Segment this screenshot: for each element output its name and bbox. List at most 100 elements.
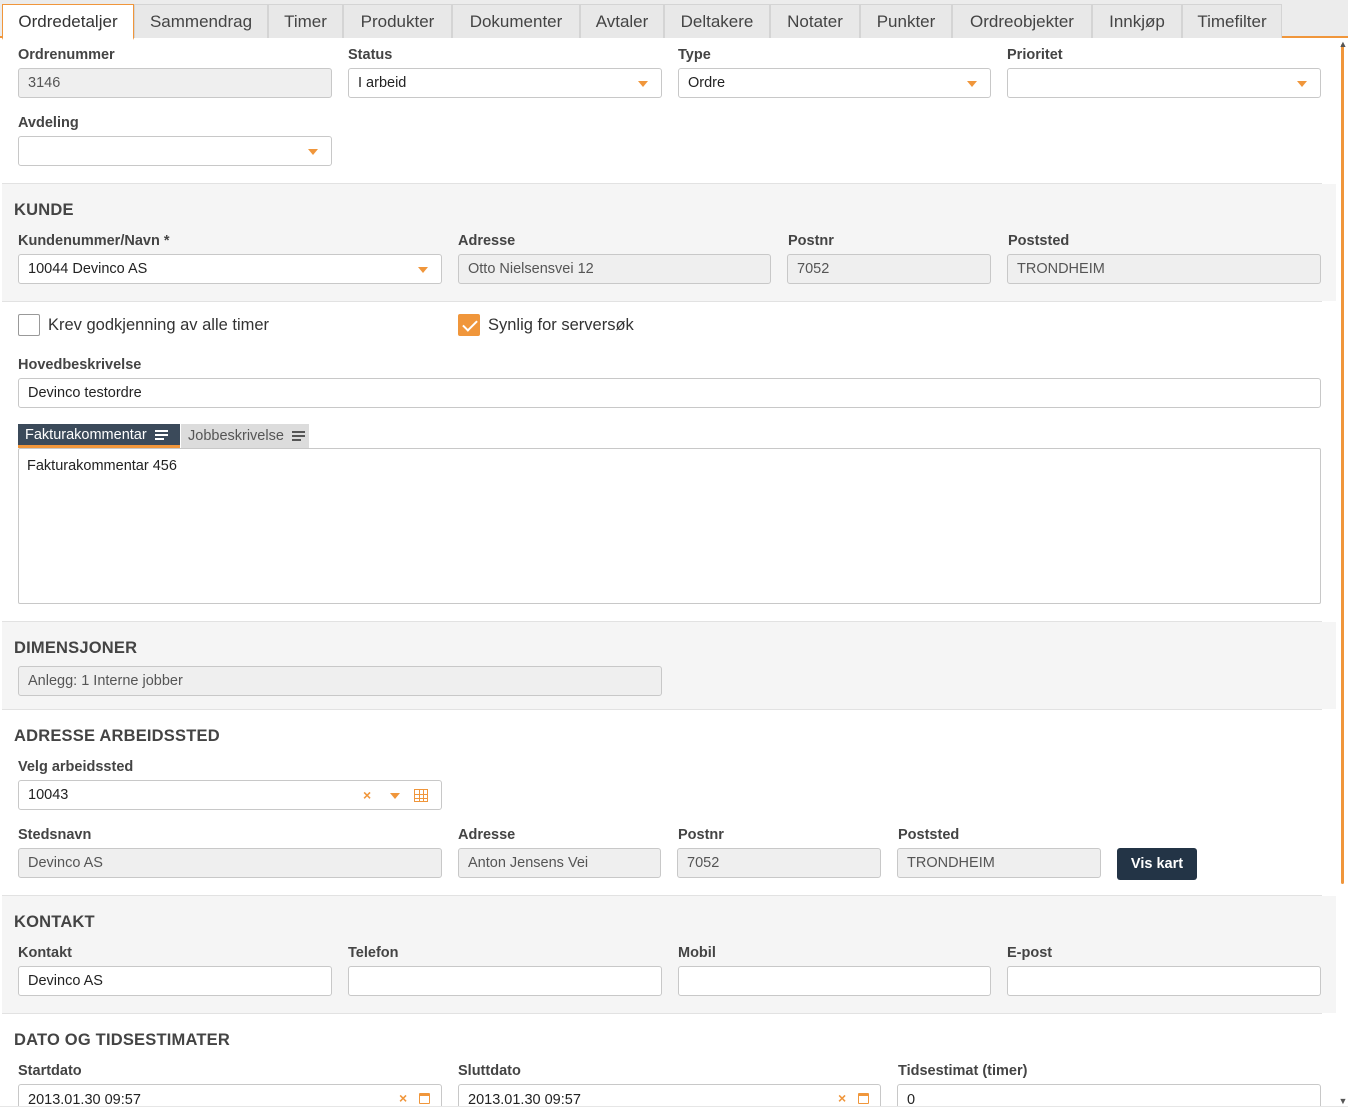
tab-dokumenter[interactable]: Dokumenter — [452, 4, 580, 38]
subtab-fakturakommentar-label: Fakturakommentar — [25, 426, 147, 443]
kundenummer-label: Kundenummer/Navn * — [18, 233, 170, 249]
dato-heading: DATO OG TIDSESTIMATER — [14, 1031, 230, 1049]
kunde-poststed-value: TRONDHEIM — [1017, 261, 1105, 277]
type-select[interactable]: Ordre — [678, 68, 991, 98]
clear-icon[interactable]: × — [838, 1090, 846, 1106]
arbeidssted-adresse-label: Adresse — [458, 827, 516, 843]
synlig-serversok-label: Synlig for serversøk — [488, 316, 634, 334]
arbeidssted-postnr-value: 7052 — [687, 855, 720, 871]
tab-timefilter[interactable]: Timefilter — [1182, 4, 1282, 38]
tab-ordredetaljer[interactable]: Ordredetaljer — [2, 4, 134, 40]
subtab-fakturakommentar[interactable]: Fakturakommentar — [18, 424, 180, 448]
mobil-input[interactable] — [678, 966, 991, 996]
tab-notater[interactable]: Notater — [770, 4, 860, 38]
status-select[interactable]: I arbeid — [348, 68, 662, 98]
kundenummer-select[interactable]: 10044 Devinco AS — [18, 254, 442, 284]
kunde-poststed-label: Poststed — [1008, 233, 1070, 249]
arbeidssted-postnr-field: 7052 — [677, 848, 881, 878]
subtab-jobbeskrivelse[interactable]: Jobbeskrivelse — [181, 424, 309, 448]
kunde-postnr-value: 7052 — [797, 261, 830, 277]
clear-icon[interactable]: × — [399, 1090, 407, 1106]
lines-icon — [291, 431, 305, 441]
mobil-label: Mobil — [678, 945, 716, 961]
krev-godkjenning-label: Krev godkjenning av alle timer — [48, 316, 270, 334]
kontakt-value: Devinco AS — [28, 973, 103, 989]
divider — [2, 895, 1322, 896]
calendar-icon[interactable] — [419, 1093, 430, 1104]
telefon-input[interactable] — [348, 966, 662, 996]
type-label: Type — [678, 47, 711, 63]
kunde-postnr-label: Postnr — [788, 233, 834, 249]
calendar-icon[interactable] — [858, 1093, 869, 1104]
arbeidssted-adresse-value: Anton Jensens Vei — [468, 855, 589, 871]
kunde-postnr-field: 7052 — [787, 254, 991, 284]
grid-icon[interactable] — [414, 789, 428, 802]
divider — [2, 621, 1322, 622]
stedsnavn-field: Devinco AS — [18, 848, 442, 878]
prioritet-label: Prioritet — [1007, 47, 1063, 63]
epost-label: E-post — [1007, 945, 1053, 961]
hovedbeskrivelse-label: Hovedbeskrivelse — [18, 357, 142, 373]
epost-input[interactable] — [1007, 966, 1321, 996]
divider — [2, 183, 1322, 184]
avdeling-select[interactable] — [18, 136, 332, 166]
velg-arbeidssted-value: 10043 — [28, 787, 69, 803]
tidsestimat-label: Tidsestimat (timer) — [898, 1063, 1028, 1079]
chevron-down-icon[interactable] — [390, 793, 400, 799]
chevron-down-icon[interactable] — [1297, 81, 1307, 87]
divider — [2, 1013, 1322, 1014]
scroll-down-icon[interactable]: ▼ — [1338, 1096, 1348, 1106]
tab-timer[interactable]: Timer — [268, 4, 343, 38]
velg-arbeidssted-select[interactable]: 10043 × — [18, 780, 442, 810]
kunde-poststed-field: TRONDHEIM — [1007, 254, 1321, 284]
prioritet-select[interactable] — [1007, 68, 1321, 98]
tab-avtaler[interactable]: Avtaler — [580, 4, 664, 38]
kunde-heading: KUNDE — [14, 201, 74, 219]
kundenummer-value: 10044 Devinco AS — [28, 261, 148, 277]
clear-icon[interactable]: × — [363, 787, 371, 803]
avdeling-label: Avdeling — [18, 115, 79, 131]
chevron-down-icon[interactable] — [308, 149, 318, 155]
synlig-serversok-checkbox[interactable] — [458, 314, 480, 336]
chevron-down-icon[interactable] — [638, 81, 648, 87]
hovedbeskrivelse-input[interactable]: Devinco testordre — [18, 378, 1321, 408]
kontakt-heading: KONTAKT — [14, 913, 95, 931]
tab-sammendrag[interactable]: Sammendrag — [134, 4, 268, 38]
divider — [2, 301, 1322, 302]
arbeidssted-poststed-field: TRONDHEIM — [897, 848, 1101, 878]
arbeidssted-heading: ADRESSE ARBEIDSSTED — [14, 727, 220, 745]
chevron-down-icon[interactable] — [418, 267, 428, 273]
ordrenummer-label: Ordrenummer — [18, 47, 115, 63]
kontakt-label: Kontakt — [18, 945, 72, 961]
kontakt-input[interactable]: Devinco AS — [18, 966, 332, 996]
kunde-adresse-field: Otto Nielsensvei 12 — [458, 254, 771, 284]
ordrenummer-value: 3146 — [28, 75, 61, 91]
chevron-down-icon[interactable] — [967, 81, 977, 87]
arbeidssted-poststed-label: Poststed — [898, 827, 960, 843]
type-value: Ordre — [688, 75, 726, 91]
tab-produkter[interactable]: Produkter — [343, 4, 452, 38]
startdato-label: Startdato — [18, 1063, 82, 1079]
page-bottom-edge — [0, 1106, 1348, 1113]
tab-punkter[interactable]: Punkter — [860, 4, 952, 38]
stedsnavn-value: Devinco AS — [28, 855, 103, 871]
telefon-label: Telefon — [348, 945, 399, 961]
scrollbar-thumb[interactable] — [1341, 44, 1344, 884]
arbeidssted-adresse-field: Anton Jensens Vei — [458, 848, 661, 878]
kunde-adresse-value: Otto Nielsensvei 12 — [468, 261, 594, 277]
arbeidssted-postnr-label: Postnr — [678, 827, 724, 843]
fakturakommentar-textarea[interactable]: Fakturakommentar 456 — [18, 448, 1321, 604]
tab-innkjop[interactable]: Innkjøp — [1092, 4, 1182, 38]
anlegg-field: Anlegg: 1 Interne jobber — [18, 666, 662, 696]
scroll-up-icon[interactable]: ▲ — [1338, 39, 1348, 49]
ordrenummer-field: 3146 — [18, 68, 332, 98]
subtab-jobbeskrivelse-label: Jobbeskrivelse — [188, 428, 284, 444]
lines-icon — [154, 429, 168, 440]
tab-deltakere[interactable]: Deltakere — [664, 4, 770, 38]
sluttdato-label: Sluttdato — [458, 1063, 521, 1079]
hovedbeskrivelse-value: Devinco testordre — [28, 385, 142, 401]
fakturakommentar-text: Fakturakommentar 456 — [27, 458, 177, 474]
krev-godkjenning-checkbox[interactable] — [18, 314, 40, 336]
vis-kart-button[interactable]: Vis kart — [1117, 848, 1197, 880]
tab-ordreobjekter[interactable]: Ordreobjekter — [952, 4, 1092, 38]
